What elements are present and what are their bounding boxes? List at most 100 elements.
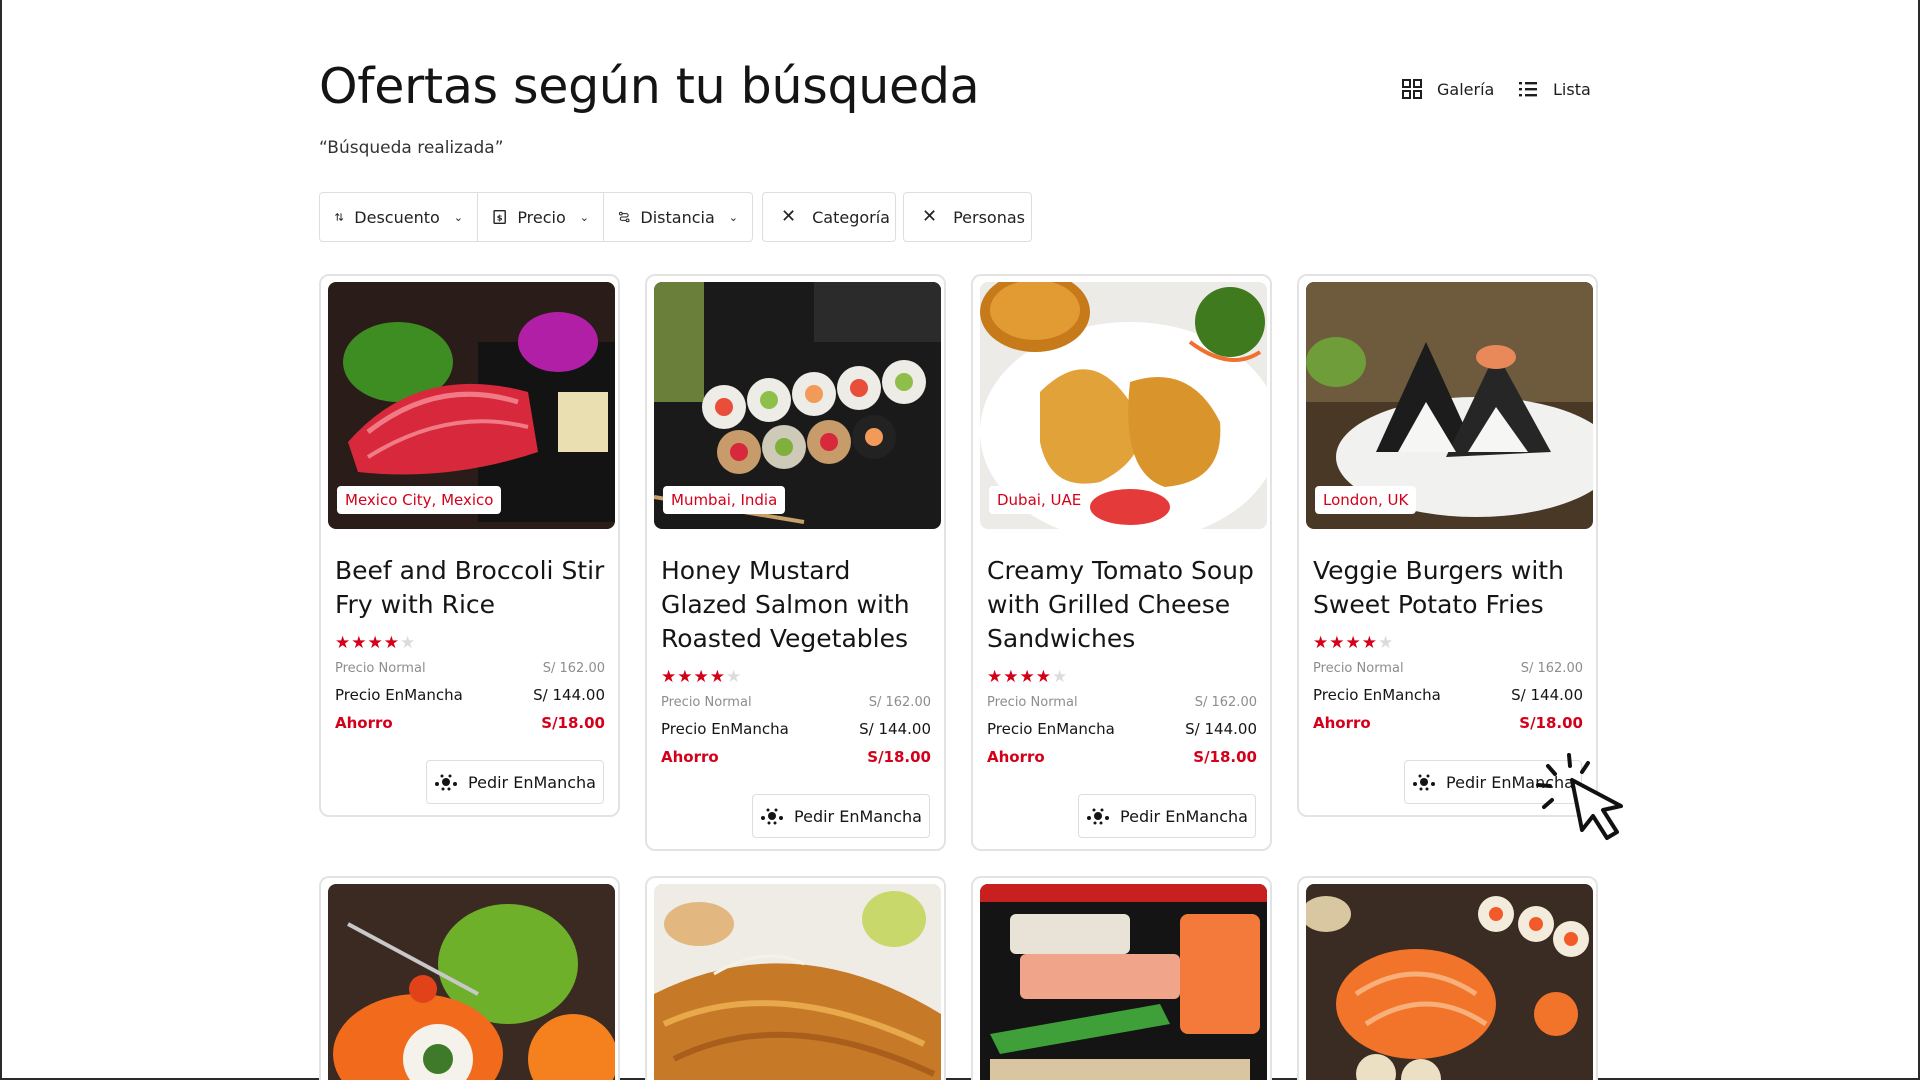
savings-value: S/18.00 bbox=[1519, 714, 1583, 732]
mouse-pointer-icon bbox=[1536, 753, 1623, 840]
savings-label: Ahorro bbox=[335, 714, 393, 732]
normal-price-value: S/ 162.00 bbox=[1520, 661, 1583, 676]
chevron-down-icon: ⌄ bbox=[728, 210, 738, 224]
offer-card[interactable] bbox=[319, 876, 620, 1080]
category-filter-chip[interactable]: ✕ Categoría bbox=[762, 192, 896, 242]
close-icon[interactable]: ✕ bbox=[922, 208, 937, 226]
list-label: Lista bbox=[1553, 79, 1591, 99]
page-frame bbox=[0, 0, 1920, 1080]
normal-price-value: S/ 162.00 bbox=[868, 695, 931, 710]
normal-price-label: Precio Normal bbox=[987, 695, 1078, 710]
chevron-down-icon: ⌄ bbox=[579, 210, 589, 224]
order-button-label: Pedir EnMancha bbox=[794, 806, 922, 826]
food-photo bbox=[980, 884, 1267, 1080]
rating-stars: ★★★★★ bbox=[987, 667, 1069, 687]
svg-text:$: $ bbox=[497, 212, 503, 222]
search-query-text: “Búsqueda realizada” bbox=[319, 138, 504, 158]
offer-card[interactable]: London, UK Veggie Burgers with Sweet Pot… bbox=[1297, 274, 1598, 817]
location-badge: Mumbai, India bbox=[663, 486, 786, 514]
offer-card[interactable]: Mumbai, India Honey Mustard Glazed Salmo… bbox=[645, 274, 946, 851]
savings-row: Ahorro S/18.00 bbox=[1313, 714, 1583, 732]
people-filter-chip[interactable]: ✕ Personas bbox=[903, 192, 1032, 242]
normal-price-row: Precio Normal S/ 162.00 bbox=[335, 661, 605, 676]
enmancha-price-value: S/ 144.00 bbox=[533, 686, 605, 704]
sort-distance-label: Distancia bbox=[640, 207, 715, 227]
offer-title[interactable]: Creamy Tomato Soup with Grilled Cheese S… bbox=[987, 554, 1267, 656]
sort-distance-dropdown[interactable]: Distancia ⌄ bbox=[604, 193, 752, 241]
savings-label: Ahorro bbox=[661, 748, 719, 766]
offer-title[interactable]: Beef and Broccoli Stir Fry with Rice bbox=[335, 554, 615, 622]
order-button[interactable]: Pedir EnMancha bbox=[426, 760, 604, 804]
enmancha-price-value: S/ 144.00 bbox=[1185, 720, 1257, 738]
food-photo bbox=[1306, 884, 1593, 1080]
offer-card[interactable]: Dubai, UAE Creamy Tomato Soup with Grill… bbox=[971, 274, 1272, 851]
enmancha-price-row: Precio EnMancha S/ 144.00 bbox=[335, 686, 605, 704]
enmancha-price-row: Precio EnMancha S/ 144.00 bbox=[661, 720, 931, 738]
gallery-view-button[interactable]: Galería bbox=[1401, 78, 1494, 100]
enmancha-price-row: Precio EnMancha S/ 144.00 bbox=[1313, 686, 1583, 704]
enmancha-price-label: Precio EnMancha bbox=[661, 720, 789, 738]
savings-value: S/18.00 bbox=[541, 714, 605, 732]
list-view-button[interactable]: Lista bbox=[1517, 78, 1591, 100]
enmancha-logo-icon bbox=[1413, 774, 1436, 791]
order-button[interactable]: Pedir EnMancha bbox=[752, 794, 930, 838]
enmancha-price-value: S/ 144.00 bbox=[859, 720, 931, 738]
normal-price-row: Precio Normal S/ 162.00 bbox=[1313, 661, 1583, 676]
rating-stars: ★★★★★ bbox=[661, 667, 743, 687]
list-icon bbox=[1519, 82, 1537, 97]
sort-price-label: Precio bbox=[517, 207, 566, 227]
offer-card[interactable] bbox=[971, 876, 1272, 1080]
route-icon bbox=[618, 211, 630, 223]
sort-price-dropdown[interactable]: $ Precio ⌄ bbox=[478, 193, 604, 241]
normal-price-value: S/ 162.00 bbox=[1194, 695, 1257, 710]
savings-row: Ahorro S/18.00 bbox=[987, 748, 1257, 766]
offer-card[interactable] bbox=[1297, 876, 1598, 1080]
page-title: Ofertas según tu búsqueda bbox=[319, 58, 980, 115]
normal-price-label: Precio Normal bbox=[1313, 661, 1404, 676]
order-button-label: Pedir EnMancha bbox=[1120, 806, 1248, 826]
normal-price-value: S/ 162.00 bbox=[542, 661, 605, 676]
location-badge: London, UK bbox=[1315, 486, 1417, 514]
normal-price-row: Precio Normal S/ 162.00 bbox=[987, 695, 1257, 710]
enmancha-price-label: Precio EnMancha bbox=[335, 686, 463, 704]
enmancha-logo-icon bbox=[435, 774, 458, 791]
gallery-label: Galería bbox=[1437, 79, 1495, 99]
rating-stars: ★★★★★ bbox=[335, 633, 417, 653]
savings-label: Ahorro bbox=[1313, 714, 1371, 732]
savings-row: Ahorro S/18.00 bbox=[335, 714, 605, 732]
savings-label: Ahorro bbox=[987, 748, 1045, 766]
offer-title[interactable]: Veggie Burgers with Sweet Potato Fries bbox=[1313, 554, 1593, 622]
sort-filter-group: Descuento ⌄ $ Precio ⌄ Distancia ⌄ bbox=[319, 192, 753, 242]
order-button[interactable]: Pedir EnMancha bbox=[1078, 794, 1256, 838]
enmancha-price-label: Precio EnMancha bbox=[1313, 686, 1441, 704]
offer-card[interactable] bbox=[645, 876, 946, 1080]
savings-value: S/18.00 bbox=[867, 748, 931, 766]
people-chip-label: Personas bbox=[953, 207, 1025, 227]
normal-price-label: Precio Normal bbox=[335, 661, 426, 676]
offer-card[interactable]: Mexico City, Mexico Beef and Broccoli St… bbox=[319, 274, 620, 817]
enmancha-logo-icon bbox=[1087, 808, 1110, 825]
enmancha-logo-icon bbox=[761, 808, 784, 825]
location-badge: Mexico City, Mexico bbox=[337, 486, 502, 514]
offer-title[interactable]: Honey Mustard Glazed Salmon with Roasted… bbox=[661, 554, 941, 656]
location-badge: Dubai, UAE bbox=[989, 486, 1090, 514]
enmancha-price-value: S/ 144.00 bbox=[1511, 686, 1583, 704]
enmancha-price-label: Precio EnMancha bbox=[987, 720, 1115, 738]
savings-value: S/18.00 bbox=[1193, 748, 1257, 766]
sort-discount-dropdown[interactable]: Descuento ⌄ bbox=[320, 193, 478, 241]
grid-icon bbox=[1402, 79, 1422, 99]
normal-price-row: Precio Normal S/ 162.00 bbox=[661, 695, 931, 710]
sort-discount-label: Descuento bbox=[354, 207, 440, 227]
close-icon[interactable]: ✕ bbox=[781, 208, 796, 226]
sort-arrows-icon bbox=[335, 213, 344, 221]
food-photo bbox=[328, 884, 615, 1080]
order-button-label: Pedir EnMancha bbox=[468, 772, 596, 792]
rating-stars: ★★★★★ bbox=[1313, 633, 1395, 653]
price-tag-icon: $ bbox=[493, 210, 506, 224]
savings-row: Ahorro S/18.00 bbox=[661, 748, 931, 766]
category-chip-label: Categoría bbox=[812, 207, 890, 227]
food-photo bbox=[654, 884, 941, 1080]
enmancha-price-row: Precio EnMancha S/ 144.00 bbox=[987, 720, 1257, 738]
chevron-down-icon: ⌄ bbox=[453, 210, 463, 224]
normal-price-label: Precio Normal bbox=[661, 695, 752, 710]
